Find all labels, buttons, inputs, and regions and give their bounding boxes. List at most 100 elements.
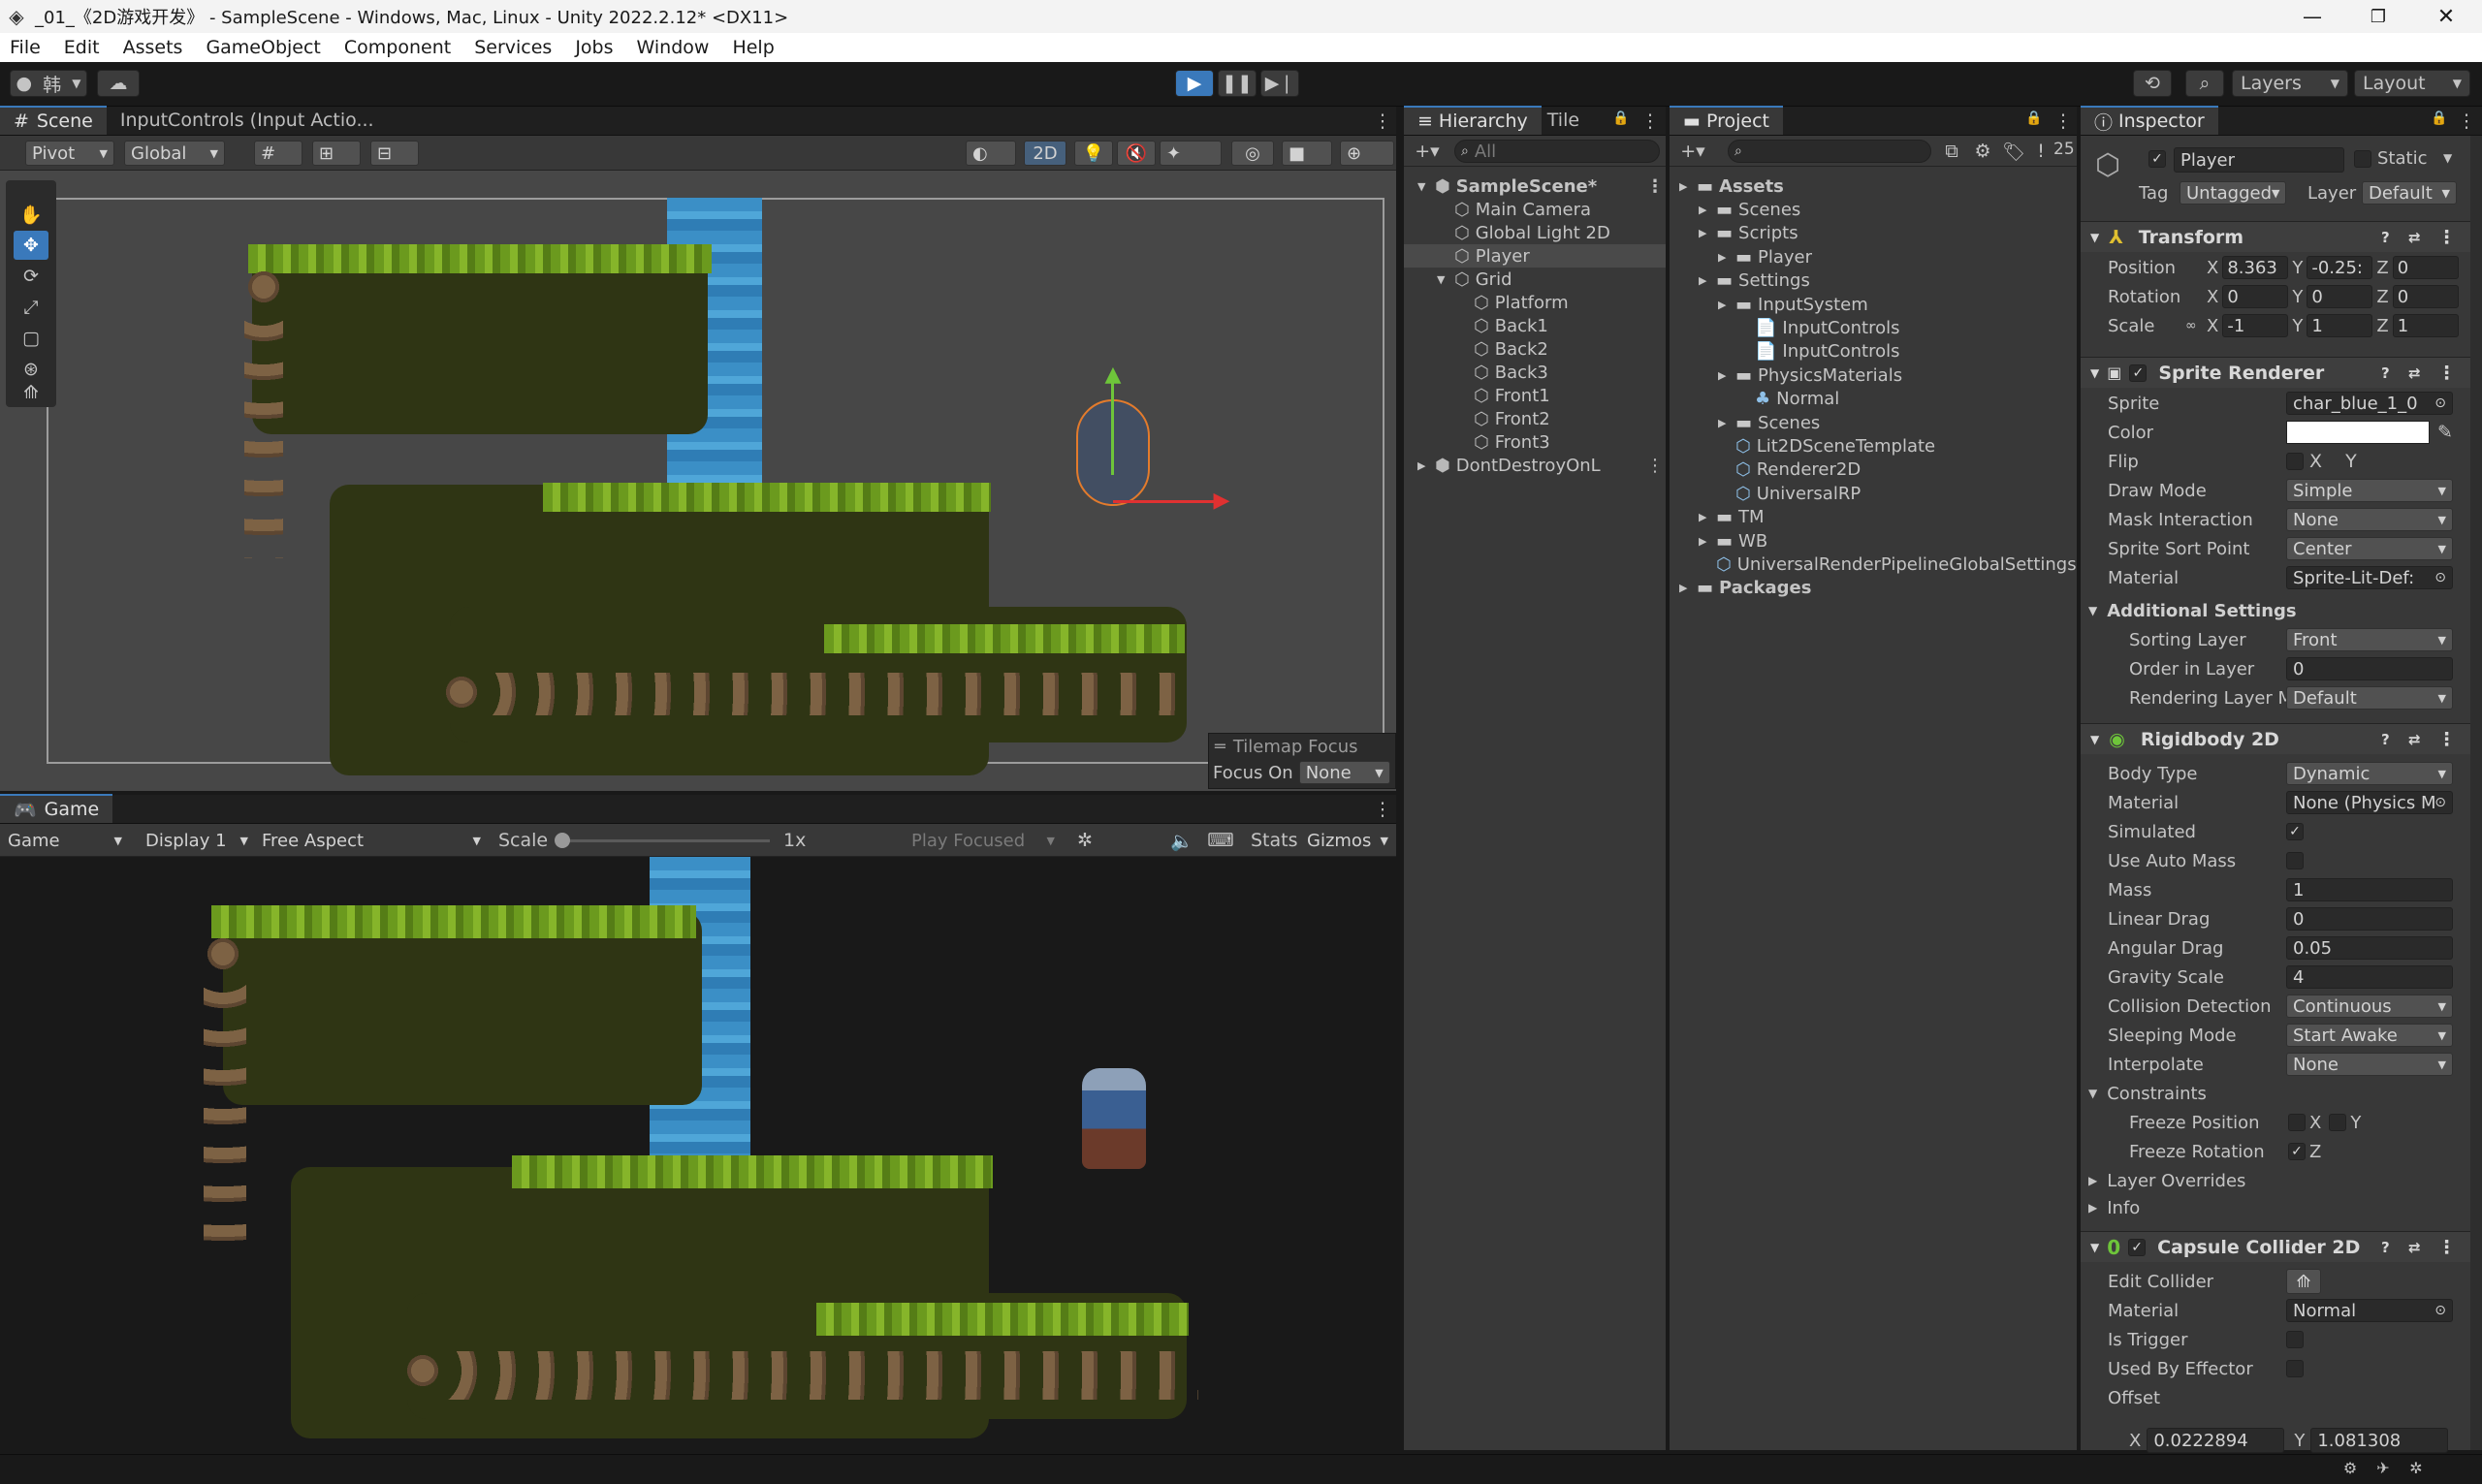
hierarchy-item[interactable]: ⬡ Platform [1404,291,1666,314]
eyedropper-icon[interactable]: ✎ [2437,422,2453,443]
help-icon[interactable]: ? [2381,731,2390,748]
preset-icon[interactable]: ⇄ [2408,1239,2421,1256]
object-picker-icon[interactable]: ⊙ [2434,570,2446,585]
project-item[interactable]: ▶ ▬ TM [1670,506,2077,529]
pivot-dropdown[interactable]: Pivot ▼ [25,141,114,166]
transform-rotation-x-field[interactable]: 0 [2222,285,2289,308]
custom-tool-icon[interactable]: ⟰ [14,380,48,405]
freeze-rotation-z-checkbox[interactable]: ✓ [2288,1143,2306,1160]
foldout-icon[interactable]: ▶ [1699,274,1714,287]
project-item[interactable]: ⬡ UniversalRP [1670,482,2077,505]
inspector-dropdown[interactable]: Front ▼ [2286,628,2453,651]
preset-icon[interactable]: ⇄ [2408,364,2421,382]
hierarchy-search-input[interactable]: ⌕ All [1454,140,1660,163]
tab-inspector[interactable]: ⓘ Inspector [2081,106,2218,135]
more-icon[interactable]: ⋮ [2457,111,2476,132]
object-picker-icon[interactable]: ⊙ [2434,795,2446,810]
transform-position-z-field[interactable]: 0 [2392,256,2459,279]
project-item[interactable]: ⬡ UniversalRenderPipelineGlobalSettings [1670,553,2077,576]
help-icon[interactable]: ? [2381,229,2390,246]
rigidbody-header[interactable]: ▼ ◉ Rigidbody 2D ? ⇄ ⋮ [2081,723,2470,754]
transform-scale-x-field[interactable]: -1 [2222,314,2289,337]
offset-x-field[interactable]: 0.0222894 [2147,1428,2285,1453]
help-icon[interactable]: ? [2381,364,2390,382]
static-checkbox[interactable] [2354,150,2371,168]
mode-2d-button[interactable]: 2D [1024,141,1066,166]
aspect-dropdown[interactable]: Free Aspect ▼ [256,828,487,853]
foldout-icon[interactable]: ▶ [1718,417,1734,429]
hierarchy-item[interactable]: ⬡ Front1 [1404,384,1666,407]
scale-slider[interactable] [557,839,770,842]
render-settings-button[interactable]: ⊟ [370,141,419,166]
project-item[interactable]: ▶ ▬ Settings [1670,269,2077,293]
move-gizmo-x[interactable] [1113,500,1214,503]
move-tool-icon[interactable]: ✥ [14,231,48,260]
edit-collider-button[interactable]: ⟰ [2286,1269,2321,1294]
additional-settings-foldout[interactable]: ▼ Additional Settings [2088,597,2297,624]
inspector-dropdown[interactable]: Dynamic ▼ [2286,762,2453,785]
object-field[interactable]: None (Physics M ⊙ [2286,791,2453,814]
network-icon[interactable]: ✈ [2371,1459,2395,1477]
menu-edit[interactable]: Edit [64,37,100,58]
offset-y-field[interactable]: 1.081308 [2310,1428,2449,1453]
freeze-position-x-checkbox[interactable] [2288,1114,2306,1131]
history-button[interactable]: ⟲ [2133,70,2172,97]
hand-tool-icon[interactable]: ✋ [14,200,48,229]
inspector-dropdown[interactable]: Default ▼ [2286,686,2453,710]
play-button[interactable]: ▶ [1175,70,1214,97]
rotate-tool-icon[interactable]: ⟳ [14,262,48,291]
foldout-icon[interactable]: ▼ [1437,273,1452,286]
capsule-collider-header[interactable]: ▼ 0 ✓ Capsule Collider 2D ? ⇄ ⋮ [2081,1231,2470,1262]
inspector-dropdown[interactable]: Continuous ▼ [2286,995,2453,1018]
grid-snapping-button[interactable]: # [254,141,302,166]
lighting-button[interactable]: 💡 [1074,141,1113,166]
hierarchy-item[interactable]: ⬡ Main Camera [1404,198,1666,221]
cloud-button[interactable]: ☁ [97,70,140,97]
foldout-icon[interactable]: ▶ [1718,251,1734,264]
menu-help[interactable]: Help [732,37,774,58]
project-item[interactable]: ▶ ▬ Player [1670,245,2077,268]
transform-header[interactable]: ▼ ⅄ Transform ? ⇄ ⋮ [2081,221,2470,252]
inspector-checkbox[interactable] [2286,1331,2304,1348]
object-field[interactable]: char_blue_1_0 ⊙ [2286,392,2453,415]
preset-icon[interactable]: ⇄ [2408,731,2421,748]
camera-button[interactable]: ■ [1282,141,1332,166]
hierarchy-item[interactable]: ⬡ Front3 [1404,430,1666,454]
tab-input-controls[interactable]: InputControls (Input Actio... [107,106,388,135]
project-item[interactable]: 📄 InputControls [1670,340,2077,363]
help-icon[interactable]: ? [2381,1239,2390,1256]
visibility-button[interactable]: ◎ [1231,141,1274,166]
tab-scene[interactable]: # Scene [0,106,107,135]
transform-scale-y-field[interactable]: 1 [2307,314,2373,337]
project-item[interactable]: ⬡ Renderer2D [1670,458,2077,482]
hierarchy-item[interactable]: ▼ ⬡ Grid [1404,268,1666,291]
tab-project[interactable]: ▬ Project [1670,106,1783,135]
object-field[interactable]: Normal ⊙ [2286,1299,2453,1322]
tab-game[interactable]: 🎮 Game [0,794,113,823]
minimize-icon[interactable]: — [2288,0,2337,33]
project-search-input[interactable]: ⌕ [1728,140,1931,163]
step-button[interactable]: ▶❘ [1260,70,1299,97]
preset-icon[interactable]: ⇄ [2408,229,2421,246]
project-item[interactable]: ▶ ▬ Packages [1670,577,2077,600]
inspector-dropdown[interactable]: None ▼ [2286,1053,2453,1076]
object-picker-icon[interactable]: ⊙ [2434,395,2446,411]
keyboard-icon[interactable]: ⌨ [1207,828,1233,853]
tag-icon[interactable]: 🏷 [2001,140,2026,163]
foldout-icon[interactable]: ▶ [1718,369,1734,382]
scale-tool-icon[interactable]: ⤢ [14,293,48,322]
focus-on-dropdown[interactable]: None ▼ [1298,761,1390,784]
foldout-icon[interactable]: ▶ [1699,204,1714,216]
inspector-checkbox[interactable] [2286,852,2304,869]
layout-dropdown[interactable]: Layout ▼ [2354,70,2470,97]
more-icon[interactable]: ⋮ [2437,729,2456,750]
foldout-icon[interactable]: ▶ [1718,299,1734,311]
shading-mode-button[interactable]: ◐ [966,141,1016,166]
project-item[interactable]: ⬡ Lit2DSceneTemplate [1670,434,2077,458]
lock-icon[interactable]: 🔒 [2430,111,2449,126]
flip-x-checkbox[interactable] [2286,453,2304,470]
transform-position-x-field[interactable]: 8.363 [2222,256,2289,279]
inspector-dropdown[interactable]: Simple ▼ [2286,479,2453,502]
project-item[interactable]: ♣ Normal [1670,388,2077,411]
hierarchy-item[interactable]: ⬡ Back1 [1404,314,1666,337]
